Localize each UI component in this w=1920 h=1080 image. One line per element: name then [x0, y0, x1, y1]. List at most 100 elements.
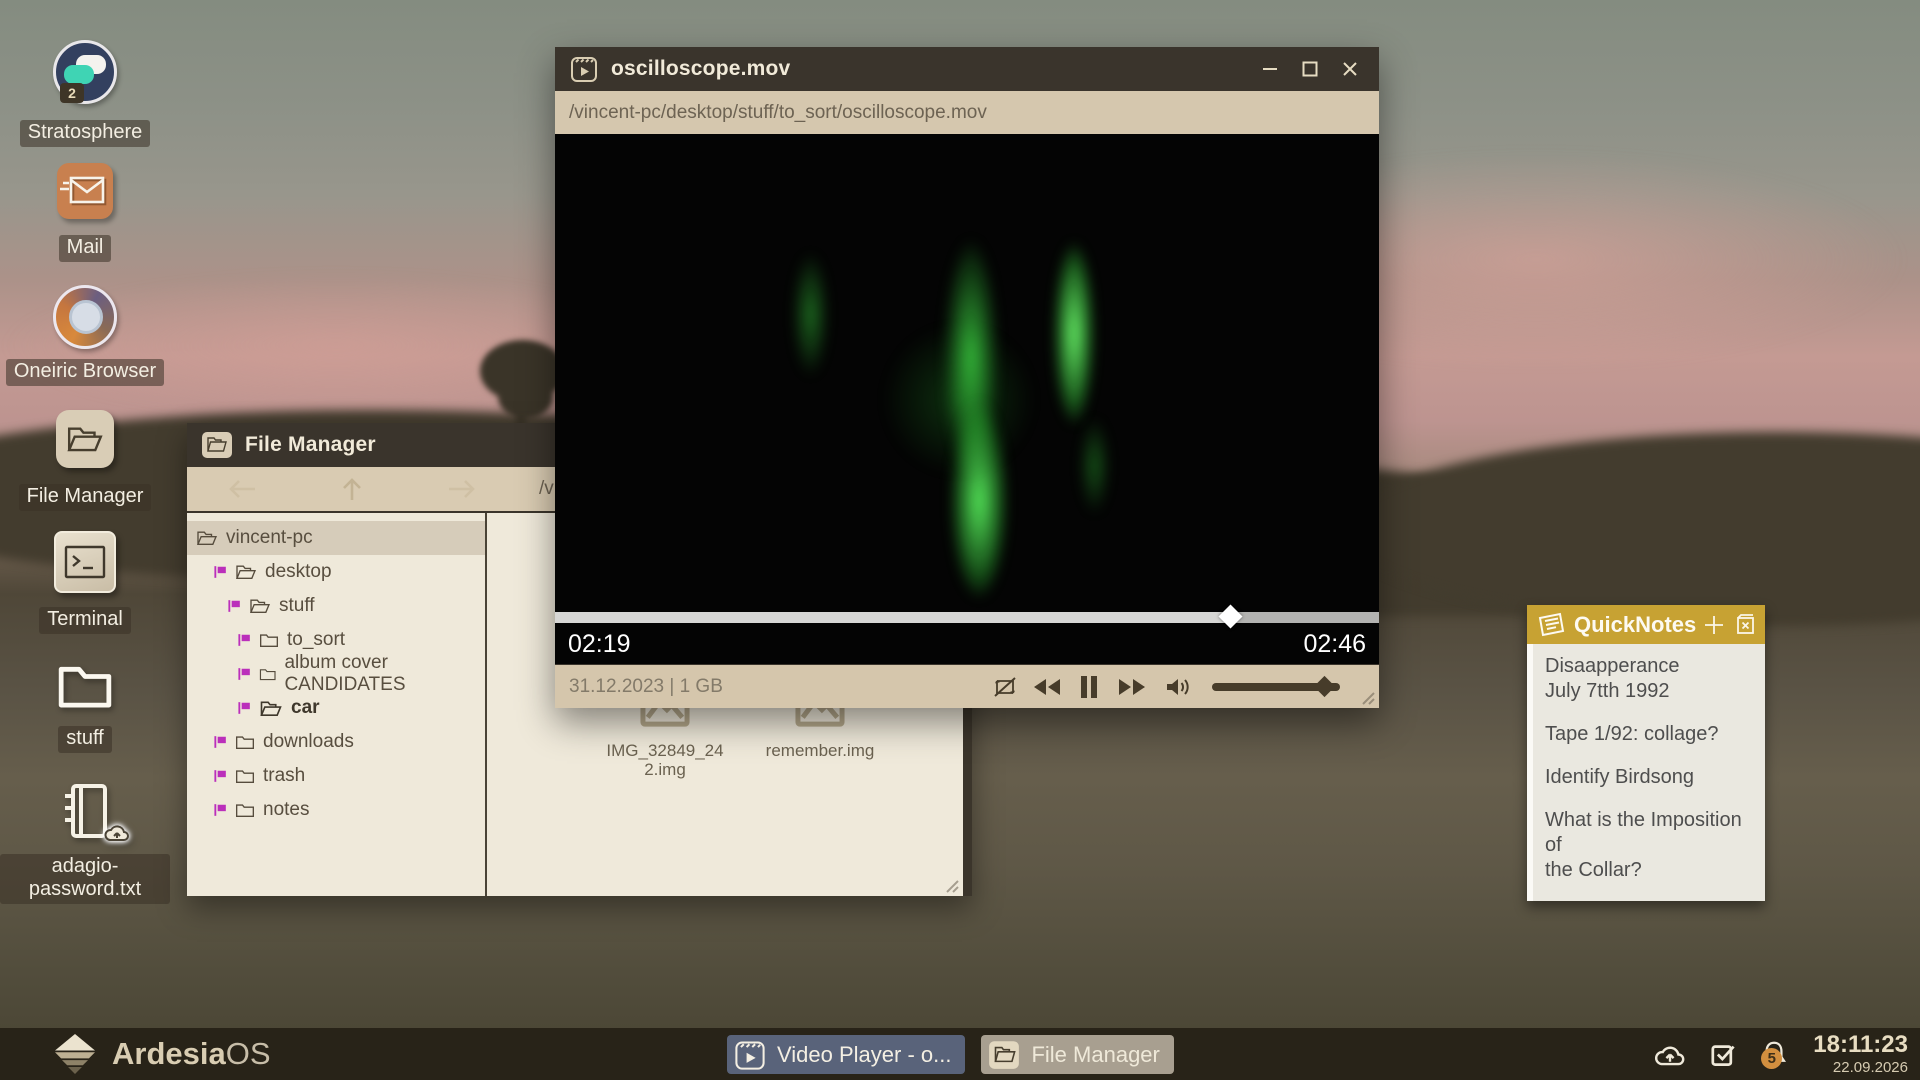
browser-globe-icon: [53, 285, 117, 349]
desktop-icon-oneiric-browser[interactable]: Oneiric Browser: [0, 285, 170, 386]
desktop-icon-stratosphere[interactable]: 2 Stratosphere: [0, 40, 170, 147]
quicknotes-title: QuickNotes: [1574, 612, 1696, 638]
resize-grip[interactable]: [941, 879, 959, 893]
desktop: 2 Stratosphere Mail Oneiric Browser File…: [0, 0, 1920, 1080]
minimize-button[interactable]: [1257, 56, 1283, 82]
file-meta: 31.12.2023 | 1 GB: [569, 676, 723, 698]
terminal-icon: [54, 531, 116, 593]
desktop-icon-label: adagio-password.txt: [0, 854, 170, 904]
tasks-check-icon[interactable]: [1710, 1041, 1737, 1068]
total-time: 02:46: [1303, 630, 1366, 659]
taskbar-button-video-player[interactable]: Video Player - o...: [727, 1035, 965, 1074]
folder-open-icon: [56, 410, 114, 468]
tree-item-album-cover-candidates[interactable]: album cover CANDIDATES: [187, 657, 485, 691]
fast-forward-button[interactable]: [1109, 677, 1155, 697]
desktop-icon-label: Stratosphere: [20, 120, 151, 147]
tree-branch-icon: [213, 769, 227, 783]
tree-item-downloads[interactable]: downloads: [187, 725, 485, 759]
desktop-icon-label: Mail: [59, 235, 112, 262]
taskbar-button-label: Video Player - o...: [777, 1042, 951, 1068]
desktop-icon-label: Oneiric Browser: [6, 359, 164, 386]
taskbar-button-label: File Manager: [1031, 1042, 1159, 1068]
quicknotes-widget: QuickNotes Disaapperance July 7tth 1992 …: [1527, 605, 1765, 901]
desktop-icon-terminal[interactable]: Terminal: [0, 531, 170, 634]
unread-count-badge: 2: [60, 83, 84, 103]
tree-item-vincent-pc[interactable]: vincent-pc: [187, 521, 485, 555]
video-canvas[interactable]: 02:19 02:46: [555, 134, 1379, 665]
video-player-icon: [733, 1038, 767, 1072]
volume-icon[interactable]: [1155, 675, 1201, 699]
forward-button[interactable]: [407, 478, 517, 500]
desktop-icon-stuff-folder[interactable]: stuff: [0, 658, 170, 753]
note-item[interactable]: What is the Imposition of the Collar?: [1545, 808, 1755, 883]
notifications-button[interactable]: 5: [1759, 1039, 1789, 1070]
file-manager-window-icon: [201, 431, 233, 459]
cloud-sync-icon[interactable]: [1652, 1041, 1688, 1068]
tree-item-notes[interactable]: notes: [187, 793, 485, 827]
tree-branch-icon: [237, 667, 251, 681]
video-player-titlebar[interactable]: oscilloscope.mov: [555, 47, 1379, 91]
current-time: 02:19: [568, 630, 631, 659]
video-file-path: /vincent-pc/desktop/stuff/to_sort/oscill…: [569, 102, 987, 124]
back-button[interactable]: [187, 478, 297, 500]
tree-branch-icon: [213, 803, 227, 817]
os-brand[interactable]: ArdesiaOS: [50, 1034, 271, 1074]
quicknotes-header[interactable]: QuickNotes: [1527, 605, 1765, 644]
close-button[interactable]: [1337, 56, 1363, 82]
time: 18:11:23: [1813, 1033, 1908, 1057]
tree-item-trash[interactable]: trash: [187, 759, 485, 793]
video-player-window-icon: [569, 54, 599, 84]
note-item[interactable]: Tape 1/92: collage?: [1545, 722, 1755, 747]
video-player-window: oscilloscope.mov /vincent-pc/desktop/stu…: [555, 47, 1379, 708]
os-name: ArdesiaOS: [112, 1036, 271, 1072]
stratosphere-chat-icon: 2: [53, 40, 117, 104]
folder-icon: [0, 658, 170, 714]
notification-count-badge: 5: [1761, 1048, 1782, 1069]
up-button[interactable]: [297, 476, 407, 502]
window-title: File Manager: [245, 433, 376, 457]
tree-item-stuff[interactable]: stuff: [187, 589, 485, 623]
tree-branch-icon: [227, 599, 241, 613]
delete-note-button[interactable]: [1733, 613, 1757, 637]
desktop-icon-file-manager[interactable]: File Manager: [0, 410, 170, 511]
note-item[interactable]: Identify Birdsong: [1545, 765, 1755, 790]
volume-slider[interactable]: [1212, 683, 1340, 691]
timeline-playhead[interactable]: [1218, 604, 1242, 628]
resize-grip[interactable]: [1357, 691, 1375, 705]
playback-controls: 31.12.2023 | 1 GB: [555, 664, 1379, 708]
loop-off-icon[interactable]: [985, 675, 1025, 699]
taskbar: ArdesiaOS Video Player - o...: [0, 1028, 1920, 1080]
quicknotes-body: Disaapperance July 7tth 1992 Tape 1/92: …: [1527, 644, 1765, 901]
video-path-bar: /vincent-pc/desktop/stuff/to_sort/oscill…: [555, 91, 1379, 135]
tree-item-car[interactable]: car: [187, 691, 485, 725]
folder-tree: vincent-pc desktop stuff to_sort: [187, 513, 487, 896]
date: 22.09.2026: [1813, 1060, 1908, 1075]
desktop-icon-label: File Manager: [19, 484, 152, 511]
ardesia-logo-icon: [50, 1034, 100, 1074]
taskbar-button-file-manager[interactable]: File Manager: [981, 1035, 1173, 1074]
quicknotes-icon: [1536, 612, 1566, 638]
timeline-played: [555, 612, 1231, 623]
clock[interactable]: 18:11:23 22.09.2026: [1813, 1033, 1908, 1075]
window-title: oscilloscope.mov: [611, 57, 790, 81]
tree-branch-icon: [237, 633, 251, 647]
tree-item-desktop[interactable]: desktop: [187, 555, 485, 589]
file-manager-icon: [987, 1038, 1021, 1072]
tree-branch-icon: [237, 701, 251, 715]
desktop-icon-adagio-password[interactable]: adagio-password.txt: [0, 782, 170, 904]
add-note-button[interactable]: [1703, 614, 1725, 636]
maximize-button[interactable]: [1297, 56, 1323, 82]
note-item[interactable]: Disaapperance July 7tth 1992: [1545, 654, 1755, 704]
rewind-button[interactable]: [1025, 677, 1069, 697]
notebook-icon: [0, 782, 170, 840]
system-tray: 5 18:11:23 22.09.2026: [1652, 1028, 1908, 1080]
volume-knob[interactable]: [1314, 675, 1335, 696]
tree-branch-icon: [213, 735, 227, 749]
desktop-icon-mail[interactable]: Mail: [0, 163, 170, 262]
tree-branch-icon: [213, 565, 227, 579]
pause-button[interactable]: [1069, 675, 1109, 699]
seek-bar[interactable]: [555, 612, 1379, 623]
cloud-sync-badge-icon: [102, 822, 132, 844]
desktop-icon-label: Terminal: [39, 607, 131, 634]
mail-envelope-icon: [57, 163, 113, 219]
